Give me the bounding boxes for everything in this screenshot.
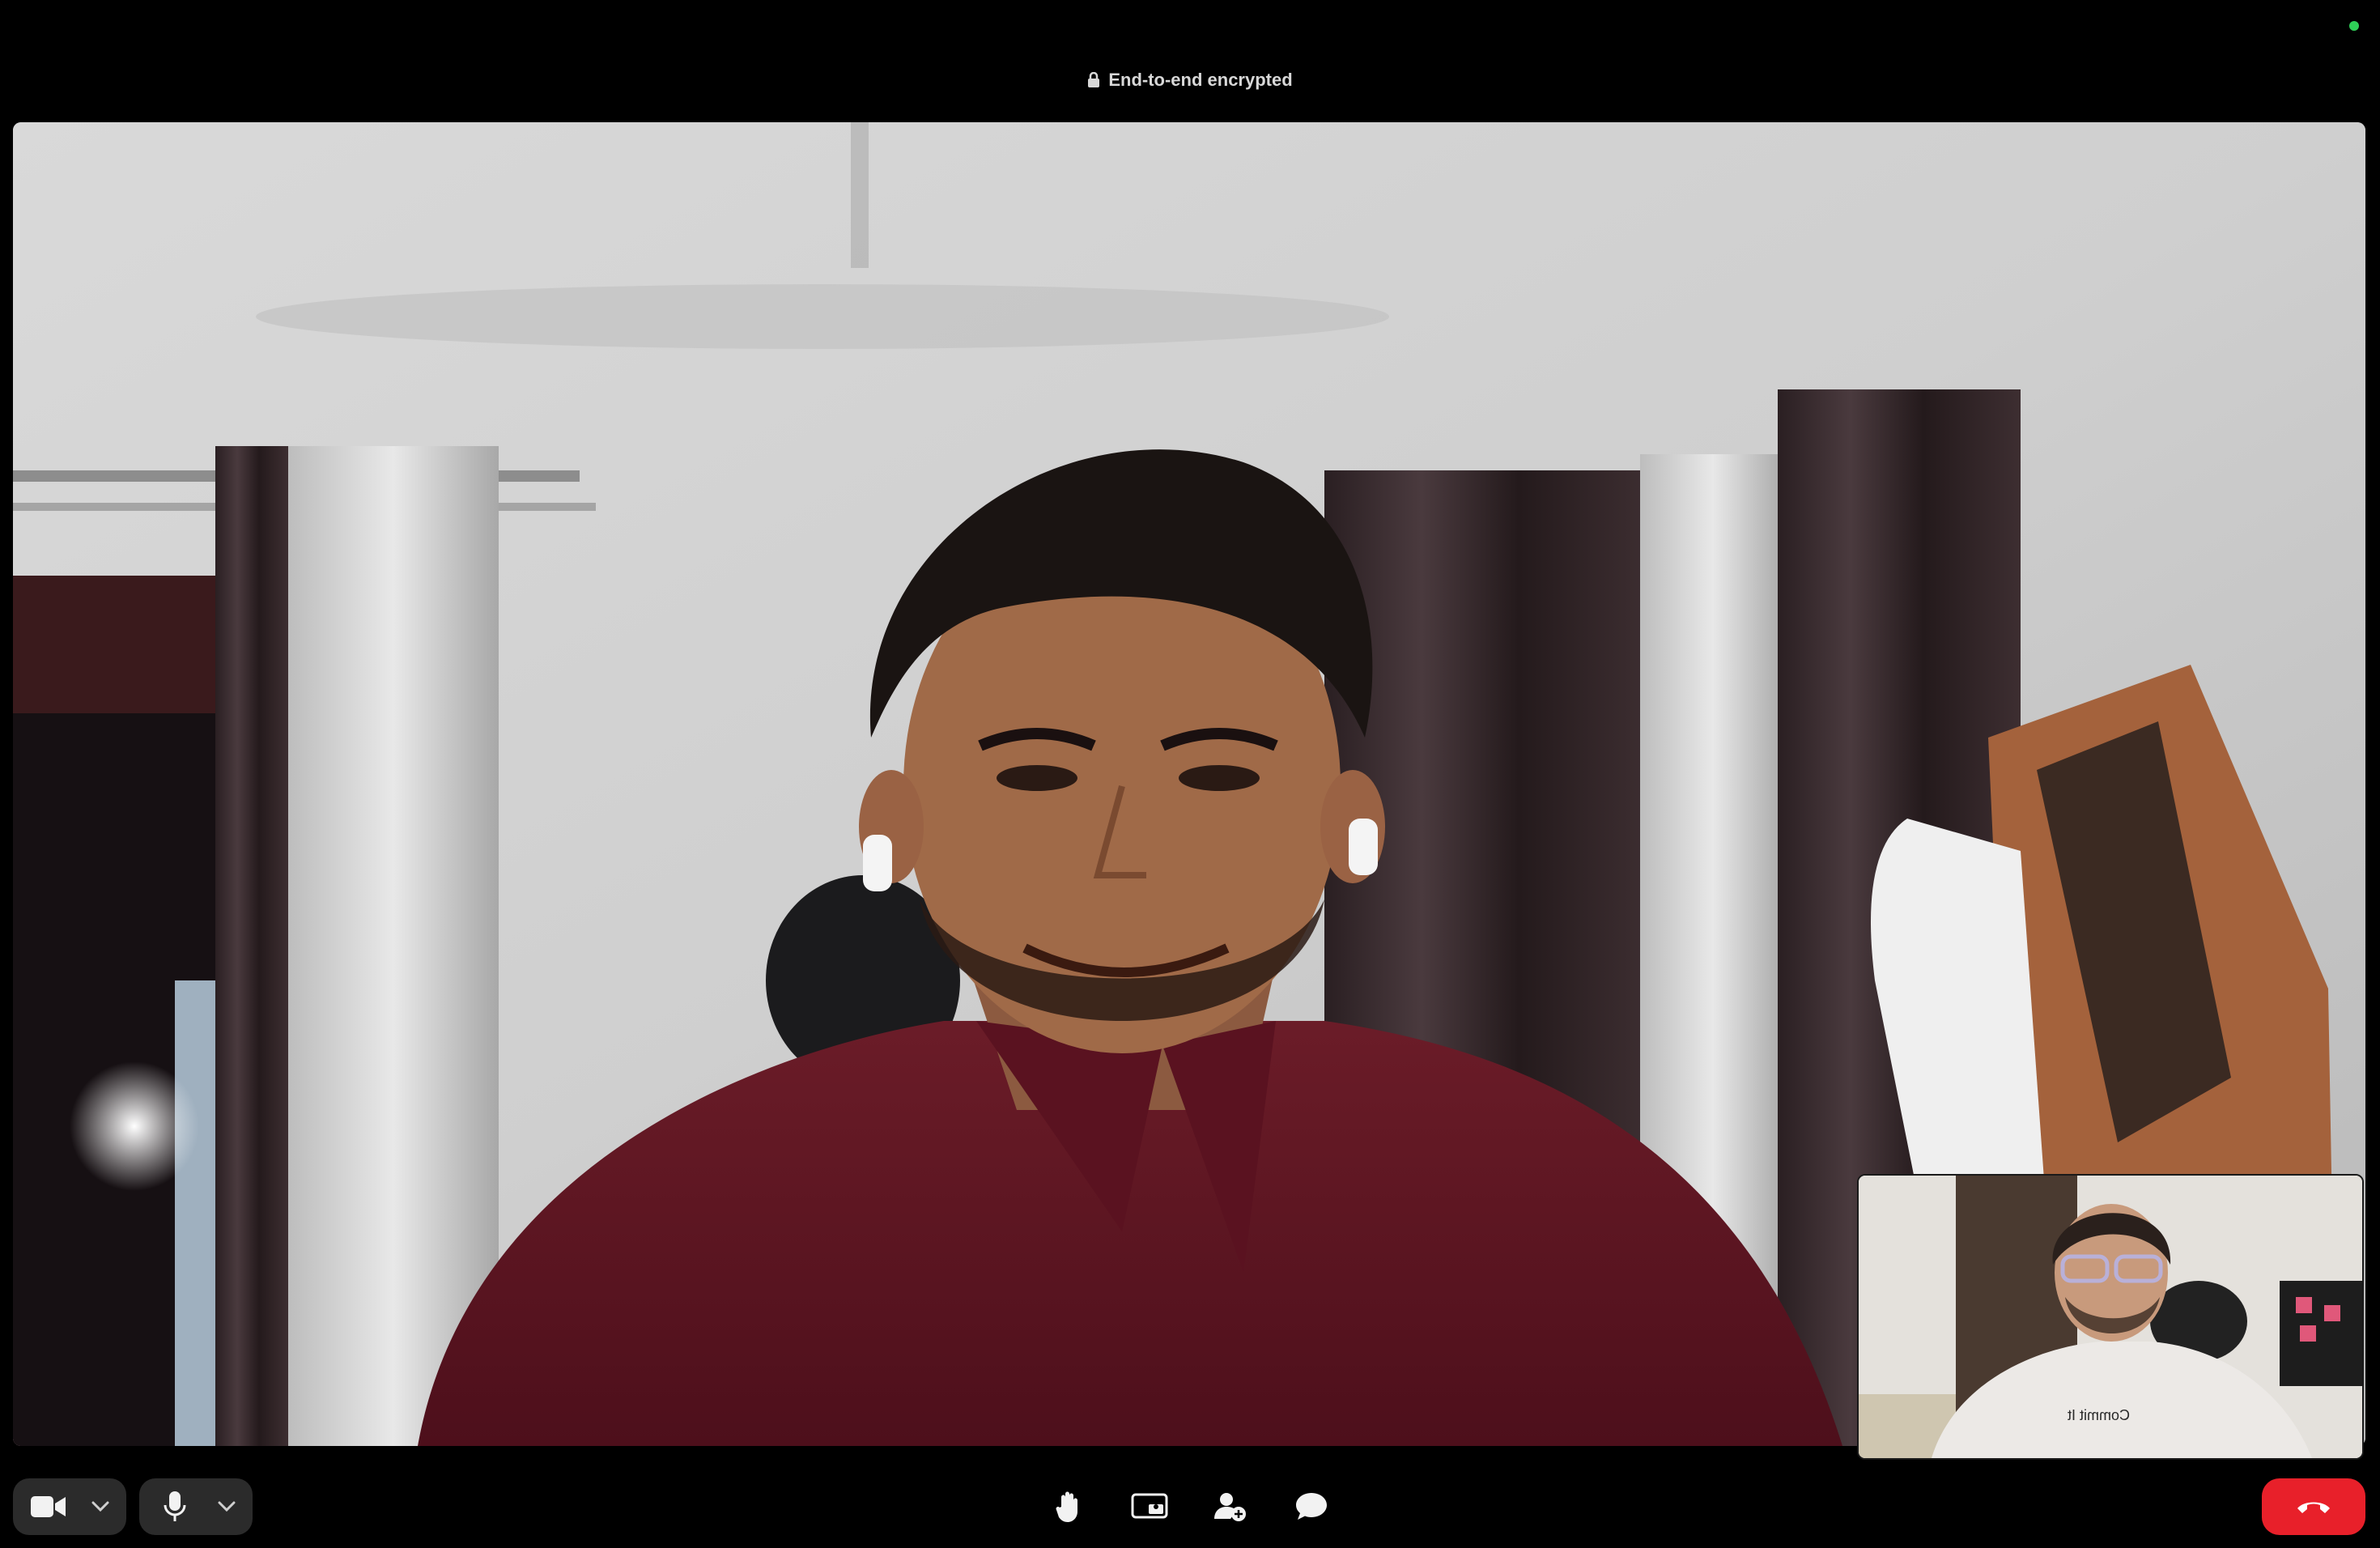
end-call-icon [2297, 1502, 2330, 1513]
encryption-label: End-to-end encrypted [1108, 70, 1293, 90]
microphone-icon [164, 1491, 186, 1521]
camera-control-group [13, 1478, 126, 1535]
hand-icon [1056, 1491, 1077, 1522]
chevron-down-icon [91, 1501, 109, 1512]
end-call-button[interactable] [2262, 1478, 2365, 1535]
chat-bubble-icon [1296, 1493, 1327, 1520]
self-shirt-text: Commit It [2068, 1407, 2131, 1423]
mic-toggle-button[interactable] [139, 1478, 210, 1535]
encryption-status: End-to-end encrypted [0, 70, 2380, 91]
video-camera-icon [31, 1496, 66, 1517]
center-controls [1044, 1478, 1336, 1535]
camera-options-button[interactable] [84, 1478, 117, 1535]
status-indicator [2349, 21, 2359, 31]
top-bar: End-to-end encrypted [0, 0, 2380, 121]
camera-toggle-button[interactable] [13, 1478, 84, 1535]
lock-icon [1088, 72, 1100, 87]
raise-hand-button[interactable] [1044, 1478, 1093, 1535]
add-person-button[interactable] [1206, 1478, 1255, 1535]
add-person-icon [1214, 1493, 1246, 1521]
mic-options-button[interactable] [210, 1478, 243, 1535]
call-controls-bar [0, 1467, 2380, 1548]
self-view-video[interactable]: Commit It [1857, 1174, 2364, 1460]
share-screen-button[interactable] [1125, 1478, 1174, 1535]
mic-control-group [139, 1478, 253, 1535]
screen-share-icon [1131, 1493, 1168, 1519]
chat-button[interactable] [1287, 1478, 1336, 1535]
chevron-down-icon [218, 1501, 236, 1512]
